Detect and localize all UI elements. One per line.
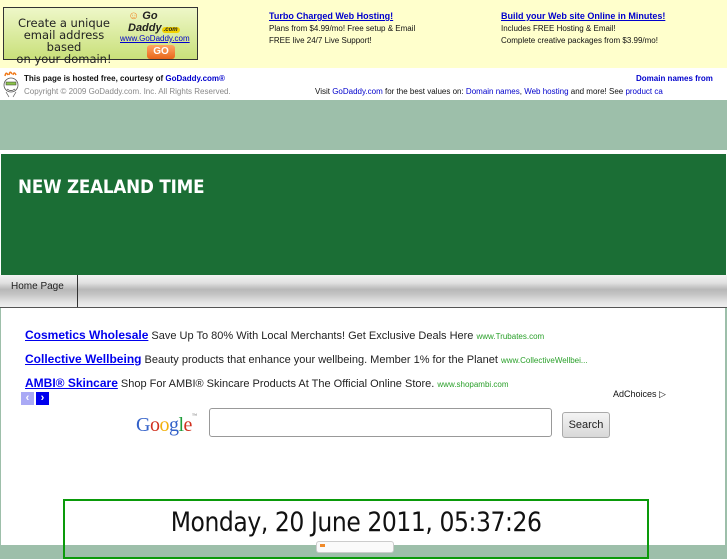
- text-ad-line: FREE live 24/7 Live Support!: [269, 36, 372, 45]
- text-ad-line: Includes FREE Hosting & Email!: [501, 24, 616, 33]
- hosted-notice: This page is hosted free, courtesy of Go…: [24, 74, 225, 83]
- hosted-notice-text: This page is hosted free, courtesy of: [24, 74, 166, 83]
- main-nav: Home Page: [0, 275, 727, 308]
- text-ad-title-link[interactable]: Turbo Charged Web Hosting!: [269, 10, 415, 22]
- site-header: NEW ZEALAND TIME: [0, 150, 727, 275]
- google-logo-letter: G: [136, 414, 150, 436]
- mascot-icon: ☺: [128, 10, 140, 22]
- logo-com: .com: [161, 27, 180, 33]
- google-logo-letter: e: [183, 414, 193, 436]
- godaddy-image-ad[interactable]: Create a unique email address based on y…: [3, 7, 198, 65]
- ad-item: Collective Wellbeing Beauty products tha…: [25, 348, 705, 372]
- ad-pager: ‹ ›: [21, 388, 51, 406]
- visit-text: for the best values on:: [382, 87, 466, 96]
- ad-description: Beauty products that enhance your wellbe…: [141, 354, 502, 366]
- ad-url[interactable]: www.shopambi.com: [437, 380, 508, 389]
- go-button[interactable]: GO: [147, 45, 175, 59]
- ad-item: AMBI® Skincare Shop For AMBI® Skincare P…: [25, 372, 705, 396]
- product-catalog-link[interactable]: product ca: [625, 87, 662, 96]
- site-title: NEW ZEALAND TIME: [18, 176, 205, 198]
- text-ad-line: Plans from $4.99/mo! Free setup & Email: [269, 24, 416, 33]
- image-ad-text: Create a unique email address based on y…: [8, 17, 120, 65]
- hosted-by-strip: This page is hosted free, courtesy of Go…: [0, 68, 727, 100]
- godaddy-link[interactable]: GoDaddy.com®: [165, 74, 225, 83]
- image-ad-line: on your domain!: [16, 52, 112, 66]
- google-logo: Google™: [136, 414, 197, 437]
- visit-text: and more! See: [568, 87, 626, 96]
- text-ad-title-link[interactable]: Build your Web site Online in Minutes!: [501, 10, 665, 22]
- share-widget[interactable]: [316, 541, 394, 553]
- ad-description: Shop For AMBI® Skincare Products At The …: [117, 378, 438, 390]
- visit-godaddy-link[interactable]: GoDaddy.com: [332, 87, 383, 96]
- image-ad-line: email address based: [23, 28, 105, 54]
- trademark: ™: [191, 414, 197, 419]
- adsense-block: Cosmetics Wholesale Save Up To 80% With …: [25, 324, 705, 396]
- web-hosting-link[interactable]: Web hosting: [524, 87, 568, 96]
- main-content: Cosmetics Wholesale Save Up To 80% With …: [1, 308, 725, 559]
- visit-godaddy-line: Visit GoDaddy.com for the best values on…: [315, 87, 663, 96]
- nav-item-home-page[interactable]: Home Page: [1, 275, 78, 307]
- google-search-input[interactable]: [209, 408, 552, 437]
- godaddy-mascot-icon: [3, 71, 19, 98]
- visit-text: Visit: [315, 87, 333, 96]
- ad-description: Save Up To 80% With Local Merchants! Get…: [148, 330, 477, 342]
- current-datetime: Monday, 20 June 2011, 05:37:26: [170, 507, 542, 538]
- chevron-right-icon[interactable]: ›: [36, 392, 49, 405]
- godaddy-ad-bar: Create a unique email address based on y…: [0, 0, 727, 68]
- ad-title-link[interactable]: Cosmetics Wholesale: [25, 328, 148, 342]
- copyright: Copyright © 2009 GoDaddy.com. Inc. All R…: [24, 87, 231, 96]
- ad-title-link[interactable]: Collective Wellbeing: [25, 352, 141, 366]
- text-ad-website-builder: Build your Web site Online in Minutes! I…: [501, 10, 665, 47]
- google-logo-letter: o: [159, 414, 169, 436]
- ad-item: Cosmetics Wholesale Save Up To 80% With …: [25, 324, 705, 348]
- text-ad-hosting: Turbo Charged Web Hosting! Plans from $4…: [269, 10, 415, 47]
- domain-names-link[interactable]: Domain names: [466, 87, 520, 96]
- chevron-left-icon[interactable]: ‹: [21, 392, 34, 405]
- domain-names-promo: Domain names from: [636, 74, 713, 83]
- text-ad-line: Complete creative packages from $3.99/mo…: [501, 36, 658, 45]
- godaddy-logo: ☺ Go Daddy .com: [128, 10, 197, 34]
- image-ad-url[interactable]: www.GoDaddy.com: [120, 34, 190, 43]
- ad-url[interactable]: www.Trubates.com: [476, 332, 544, 341]
- header-banner: NEW ZEALAND TIME: [1, 154, 726, 275]
- widget-icon: [320, 544, 325, 547]
- ad-url[interactable]: www.CollectiveWellbei...: [501, 356, 588, 365]
- adchoices-link[interactable]: AdChoices ▷: [613, 389, 666, 400]
- search-button[interactable]: Search: [562, 412, 610, 438]
- domain-names-from-link[interactable]: Domain names from: [636, 74, 713, 83]
